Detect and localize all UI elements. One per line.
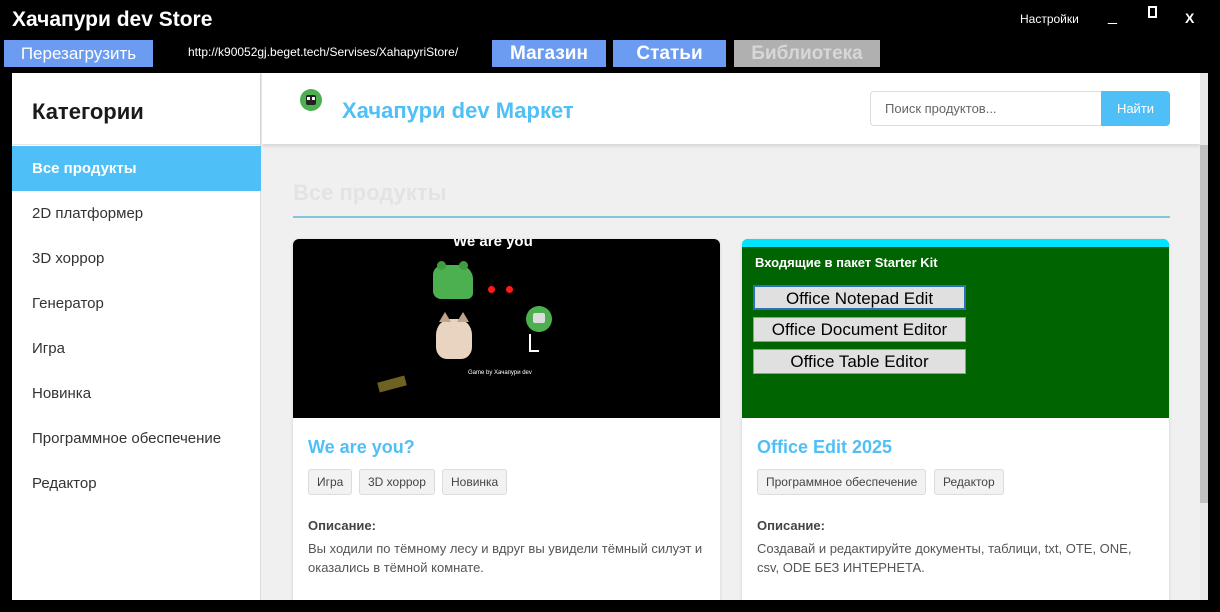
sidebar-divider — [12, 144, 261, 145]
red-eye-right — [506, 286, 513, 293]
scrollbar-thumb[interactable] — [1200, 145, 1208, 503]
section-divider — [293, 216, 1170, 218]
market-header: Хачапури dev Маркет Найти — [262, 73, 1200, 144]
frog-eye-right — [459, 261, 468, 270]
product-description: Вы ходили по тёмному лесу и вдруг вы уви… — [308, 541, 703, 575]
description-label: Описание: — [757, 518, 825, 533]
reload-button[interactable]: Перезагрузить — [4, 40, 153, 67]
tag-software[interactable]: Программное обеспечение — [757, 469, 927, 495]
logo-eye-right — [312, 97, 315, 100]
office-document-button: Office Document Editor — [753, 317, 966, 342]
market-title: Хачапури dev Маркет — [342, 98, 574, 123]
product-card-office-edit[interactable]: Входящие в пакет Starter Kit Office Note… — [742, 239, 1169, 600]
url-display: http://k90052gj.beget.tech/Servises/Xaha… — [188, 45, 459, 59]
sidebar-item-game[interactable]: Игра — [12, 326, 261, 371]
product-title[interactable]: We are you? — [308, 437, 415, 458]
market-logo-icon — [300, 89, 322, 111]
sidebar-item-editor[interactable]: Редактор — [12, 461, 261, 506]
product-image-office[interactable]: Входящие в пакет Starter Kit Office Note… — [742, 239, 1169, 418]
sidebar-item-software[interactable]: Программное обеспечение — [12, 416, 261, 461]
red-eye-left — [488, 286, 495, 293]
floor-prop — [377, 375, 407, 393]
cat-sprite — [436, 312, 472, 359]
minimize-button[interactable]: _ — [1108, 8, 1117, 26]
game-image-caption: We are you — [453, 239, 533, 250]
category-sidebar: Категории Все продукты 2D платформер 3D … — [12, 73, 261, 600]
logo-eye-left — [307, 97, 310, 100]
office-image-title: Входящие в пакет Starter Kit — [755, 255, 938, 270]
scrollbar[interactable] — [1200, 73, 1208, 600]
product-title[interactable]: Office Edit 2025 — [757, 437, 892, 458]
sidebar-item-new[interactable]: Новинка — [12, 371, 261, 416]
settings-button[interactable]: Настройки — [1020, 12, 1079, 26]
sidebar-item-3d-horror[interactable]: 3D хоррор — [12, 236, 261, 281]
sidebar-item-generator[interactable]: Генератор — [12, 281, 261, 326]
description-label: Описание: — [308, 518, 376, 533]
cat-ear-right — [457, 312, 469, 322]
search-input[interactable] — [870, 91, 1102, 126]
cat-ear-left — [439, 312, 451, 322]
app-title: Хачапури dev Store — [12, 8, 213, 31]
web-content: Категории Все продукты 2D платформер 3D … — [12, 73, 1208, 600]
close-button[interactable]: X — [1185, 10, 1194, 26]
logo-face — [306, 95, 316, 105]
frog-eye-left — [437, 261, 446, 270]
search-button[interactable]: Найти — [1101, 91, 1170, 126]
frog-sprite — [433, 261, 473, 299]
sidebar-item-all-products[interactable]: Все продукты — [12, 146, 261, 191]
product-description: Создавай и редактируйте документы, табли… — [757, 541, 1132, 575]
office-notepad-button: Office Notepad Edit — [753, 285, 966, 310]
product-card-we-are-you[interactable]: We are you Game by Хачапури dev We are y… — [293, 239, 720, 600]
sidebar-title: Категории — [32, 99, 144, 124]
maximize-button[interactable] — [1148, 6, 1157, 18]
tab-store[interactable]: Магазин — [492, 40, 606, 67]
title-bar: Хачапури dev Store Настройки _ X — [0, 0, 1220, 40]
ghost-sprite — [526, 306, 552, 332]
tag-3d-horror[interactable]: 3D хоррор — [359, 469, 435, 495]
tag-new[interactable]: Новинка — [442, 469, 508, 495]
office-table-button: Office Table Editor — [753, 349, 966, 374]
tag-game[interactable]: Игра — [308, 469, 353, 495]
tab-library[interactable]: Библиотека — [734, 40, 880, 67]
section-title: Все продукты — [293, 180, 447, 205]
product-image-game[interactable]: We are you Game by Хачапури dev — [293, 239, 720, 418]
ghost-leg — [529, 334, 539, 352]
sidebar-item-2d-platformer[interactable]: 2D платформер — [12, 191, 261, 236]
tab-articles[interactable]: Статьи — [613, 40, 726, 67]
game-credit: Game by Хачапури dev — [468, 370, 532, 376]
ghost-face — [533, 313, 545, 323]
tag-editor[interactable]: Редактор — [934, 469, 1004, 495]
